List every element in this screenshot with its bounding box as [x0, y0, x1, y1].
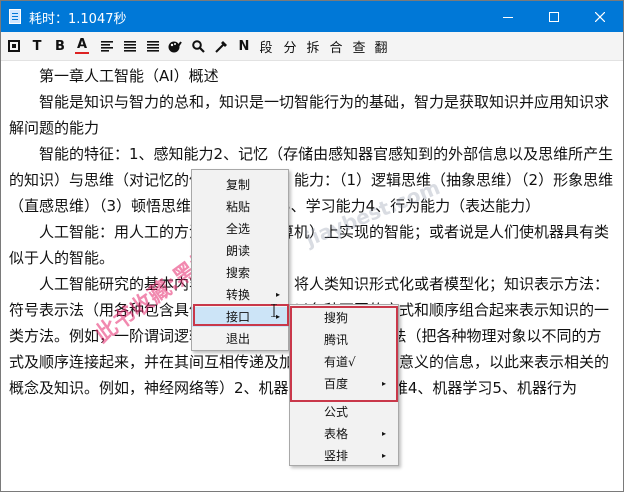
menu-divider [320, 400, 394, 401]
check-button[interactable]: 查 [352, 36, 366, 56]
submenu-arrow-icon: ▸ [382, 379, 387, 388]
close-icon[interactable] [577, 1, 623, 32]
menu-item-paste[interactable]: 粘贴 [192, 197, 288, 217]
break-button[interactable]: 拆 [306, 36, 320, 56]
menu-item-search[interactable]: 搜索 [192, 263, 288, 283]
font-color-icon[interactable]: A [75, 36, 89, 54]
align-justify-icon[interactable] [146, 36, 160, 56]
align-center-icon[interactable] [123, 36, 137, 56]
submenu-arrow-icon: ▸ [276, 290, 281, 299]
submenu-item-formula[interactable]: 公式 [290, 402, 398, 422]
submenu-item-tencent[interactable]: 腾讯 [290, 330, 398, 350]
submenu-item-youdao[interactable]: 有道√ [290, 352, 398, 372]
app-icon [9, 9, 21, 24]
toolbar: T B A N 段 分 拆 合 查 翻 [1, 32, 623, 61]
submenu-item-sogou[interactable]: 搜狗 [290, 308, 398, 328]
menu-item-copy[interactable]: 复制 [192, 175, 288, 195]
menu-item-read-aloud[interactable]: 朗读 [192, 241, 288, 261]
paragraph: 智能是知识与智力的总和，知识是一切智能行为的基础，智力是获取知识并应用知识求解问… [9, 93, 610, 137]
submenu-item-vertical[interactable]: 竖排 ▸ [290, 446, 398, 466]
translate-icon[interactable] [214, 36, 228, 56]
maximize-icon[interactable] [531, 1, 577, 32]
stop-icon[interactable] [7, 36, 21, 56]
align-left-icon[interactable] [100, 36, 114, 56]
menu-item-exit[interactable]: 退出 [192, 329, 288, 349]
paragraph: 人工智能：用人工的方法在机器（计算机）上实现的智能；或者说是人们使机器具有类似于… [9, 223, 610, 267]
font-type-icon[interactable]: T [30, 36, 44, 56]
search-icon[interactable] [191, 36, 205, 56]
submenu-item-table[interactable]: 表格 ▸ [290, 424, 398, 444]
app-window: 耗时：1.1047秒 T B A N 段 分 拆 合 查 翻 第一章人工智能（A… [0, 0, 624, 492]
split-button[interactable]: 分 [283, 36, 297, 56]
paragraph: 智能的特征：1、感知能力2、记忆（存储由感知器官感知到的外部信息以及思维所产生的… [9, 145, 614, 215]
bold-icon[interactable]: B [53, 36, 67, 56]
window-title: 耗时：1.1047秒 [29, 12, 127, 27]
chapter-title: 第一章人工智能（AI）概述 [39, 67, 219, 85]
submenu-arrow-icon: ▸ [382, 451, 387, 460]
text-cursor-icon [271, 304, 277, 317]
menu-item-convert[interactable]: 转换 ▸ [192, 285, 288, 305]
minimize-icon[interactable] [485, 1, 531, 32]
normal-text-icon[interactable]: N [237, 36, 251, 56]
context-menu: 复制 粘贴 全选 朗读 搜索 转换 ▸ 接口 ▸ 退出 [191, 169, 289, 351]
paragraph-button[interactable]: 段 [259, 36, 273, 56]
submenu-arrow-icon: ▸ [382, 429, 387, 438]
translate-button[interactable]: 翻 [374, 36, 388, 56]
submenu-item-baidu[interactable]: 百度 ▸ [290, 374, 398, 394]
title-bar[interactable]: 耗时：1.1047秒 [1, 1, 623, 32]
palette-icon[interactable] [168, 36, 182, 56]
interface-submenu: 搜狗 腾讯 有道√ 百度 ▸ 公式 表格 ▸ 竖排 ▸ [289, 304, 399, 466]
menu-item-select-all[interactable]: 全选 [192, 219, 288, 239]
merge-button[interactable]: 合 [329, 36, 343, 56]
